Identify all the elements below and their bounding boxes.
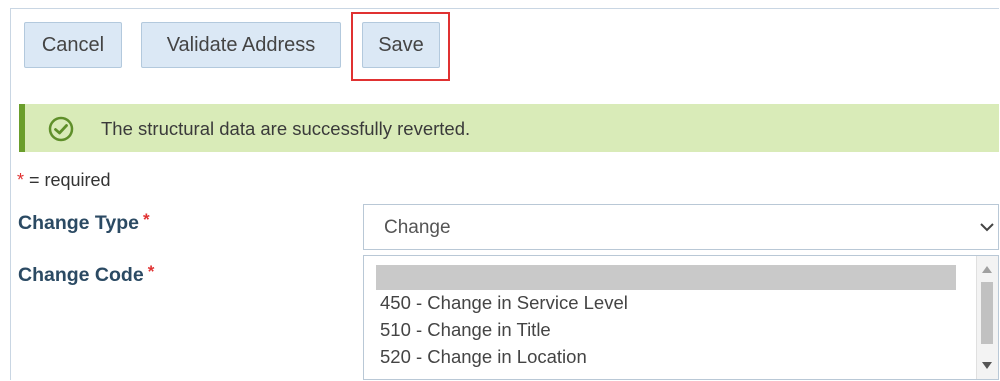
scroll-down-icon[interactable] (982, 362, 992, 369)
list-item[interactable]: 520 - Change in Location (380, 346, 587, 368)
list-item-selected[interactable] (376, 265, 956, 290)
required-star: * (17, 170, 25, 190)
list-item[interactable]: 450 - Change in Service Level (380, 292, 628, 314)
change-type-label-text: Change Type (18, 212, 139, 234)
listbox-scrollbar[interactable] (976, 256, 998, 379)
required-note: * = required (17, 170, 111, 191)
check-circle-icon (48, 116, 74, 142)
alert-message: The structural data are successfully rev… (101, 118, 471, 139)
scrollbar-thumb[interactable] (981, 282, 993, 344)
required-star: * (143, 210, 150, 229)
list-item[interactable]: 510 - Change in Title (380, 319, 551, 341)
change-code-label-text: Change Code (18, 264, 144, 286)
validate-address-button[interactable]: Validate Address (141, 22, 341, 68)
change-type-value: Change (384, 217, 451, 238)
required-star: * (147, 262, 155, 281)
cancel-button[interactable]: Cancel (24, 22, 122, 68)
change-code-label: Change Code * (18, 262, 154, 287)
required-note-text: = required (24, 170, 111, 190)
change-type-select[interactable]: Change (363, 204, 999, 250)
save-highlight-box (351, 12, 450, 81)
scroll-up-icon[interactable] (982, 266, 992, 273)
chevron-down-icon (980, 223, 994, 232)
change-code-listbox[interactable]: 450 - Change in Service Level 510 - Chan… (363, 255, 999, 380)
change-type-label: Change Type * (18, 210, 150, 235)
